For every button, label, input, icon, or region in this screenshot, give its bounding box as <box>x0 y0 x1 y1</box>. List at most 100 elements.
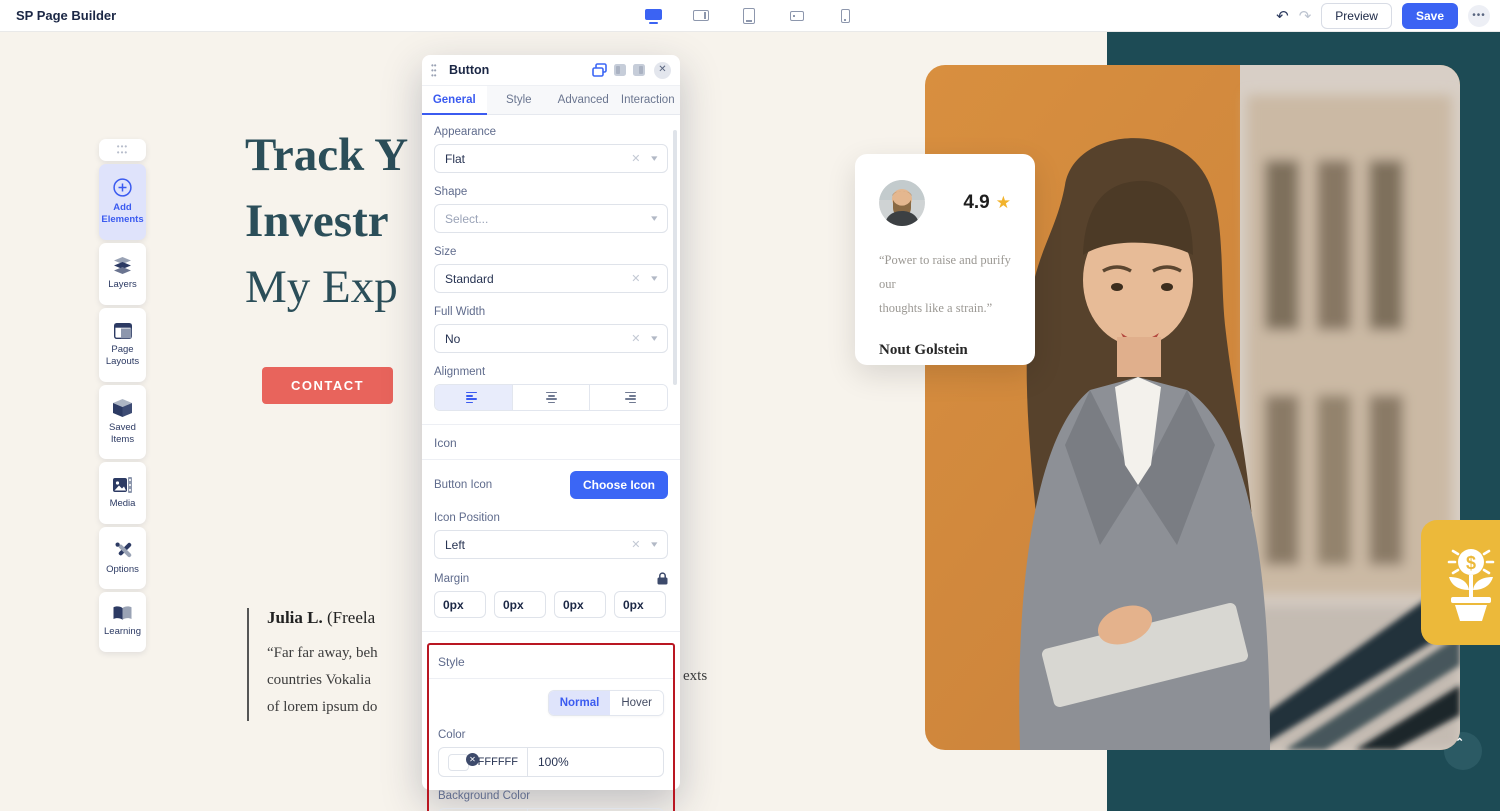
contact-button[interactable]: CONTACT <box>262 367 393 404</box>
toolbar-drag-handle[interactable]: •••••• <box>99 139 146 161</box>
drag-dots-icon: •••••• <box>117 144 128 156</box>
heading-line1: Track Y <box>245 122 408 188</box>
device-switcher <box>644 0 856 32</box>
choose-icon-button[interactable]: Choose Icon <box>570 471 668 499</box>
sidebar-item-label: Media <box>110 498 136 510</box>
rating-value: 4.9 <box>963 192 989 214</box>
star-icon: ★ <box>996 193 1011 213</box>
builder-toolbar: •••••• Add Elements Layers Page Layouts <box>99 139 146 652</box>
more-options-button[interactable]: ••• <box>1468 5 1490 27</box>
tab-style[interactable]: Style <box>487 86 552 114</box>
phone-landscape-device-icon[interactable] <box>788 8 808 24</box>
margin-field: Margin <box>434 572 668 618</box>
sidebar-item-saved-items[interactable]: Saved Items <box>99 385 146 459</box>
state-hover-button[interactable]: Hover <box>610 691 663 715</box>
app-title: SP Page Builder <box>16 8 116 23</box>
align-right-button[interactable] <box>589 385 667 410</box>
sidebar-item-label: Learning <box>104 626 141 638</box>
tab-general[interactable]: General <box>422 86 487 114</box>
section-divider <box>422 459 680 460</box>
margin-left-input[interactable] <box>614 591 666 618</box>
tab-advanced[interactable]: Advanced <box>551 86 616 114</box>
icon-section-title: Icon <box>434 436 668 450</box>
margin-bottom-input[interactable] <box>554 591 606 618</box>
laptop-screen <box>693 10 709 21</box>
appearance-field: Appearance Flat ✕ ▾ <box>434 126 668 173</box>
icon-position-field: Icon Position Left ✕ ▾ <box>434 512 668 559</box>
preview-button[interactable]: Preview <box>1321 3 1392 29</box>
quote-author-name: Julia L. <box>267 608 323 627</box>
align-left-button[interactable] <box>435 385 512 410</box>
panel-header-icons: ✕ <box>592 62 671 79</box>
icon-position-label: Icon Position <box>434 512 668 524</box>
size-value: Standard <box>445 272 631 286</box>
state-toggle-row: Normal Hover <box>438 690 664 716</box>
clear-icon[interactable]: ✕ <box>631 272 640 285</box>
learning-book-icon <box>113 606 132 621</box>
alignment-label: Alignment <box>434 366 668 378</box>
duplicate-panel-icon[interactable] <box>592 63 607 78</box>
tab-interaction[interactable]: Interaction <box>616 86 681 114</box>
color-field: Color ✕ FFFFFF 100% <box>438 729 664 777</box>
testimonial-author: Nout Golstein <box>879 342 1011 359</box>
margin-right-input[interactable] <box>494 591 546 618</box>
state-toggle: Normal Hover <box>548 690 664 716</box>
background-color-field: Background Color ✕ FA5555 100% <box>438 790 664 811</box>
dock-left-icon[interactable] <box>614 64 626 76</box>
undo-icon[interactable]: ↶ <box>1276 9 1289 24</box>
heading-line3: My Exp <box>245 254 408 320</box>
state-normal-button[interactable]: Normal <box>549 691 611 715</box>
sidebar-item-learning[interactable]: Learning <box>99 592 146 652</box>
add-elements-icon <box>113 178 132 197</box>
panel-header: •••••• Button ✕ <box>422 55 680 85</box>
panel-scrollbar[interactable] <box>673 130 677 385</box>
sidebar-item-layers[interactable]: Layers <box>99 243 146 305</box>
save-button[interactable]: Save <box>1402 3 1458 29</box>
appearance-value: Flat <box>445 152 631 166</box>
sidebar-item-page-layouts[interactable]: Page Layouts <box>99 308 146 382</box>
sidebar-item-options[interactable]: Options <box>99 527 146 589</box>
icon-position-select[interactable]: Left ✕ ▾ <box>434 530 668 559</box>
appearance-select[interactable]: Flat ✕ ▾ <box>434 144 668 173</box>
margin-top-input[interactable] <box>434 591 486 618</box>
panel-title: Button <box>449 63 592 77</box>
sidebar-item-media[interactable]: Media <box>99 462 146 524</box>
tablet-device-icon[interactable] <box>740 8 760 24</box>
full-width-select[interactable]: No ✕ ▾ <box>434 324 668 353</box>
size-select[interactable]: Standard ✕ ▾ <box>434 264 668 293</box>
sidebar-item-add-elements[interactable]: Add Elements <box>99 164 146 240</box>
clear-icon[interactable]: ✕ <box>631 538 640 551</box>
chevron-down-icon: ▾ <box>652 333 658 344</box>
full-width-label: Full Width <box>434 306 668 318</box>
options-tools-icon <box>114 541 132 559</box>
chevron-down-icon: ▾ <box>652 153 658 164</box>
color-opacity-input[interactable]: 100% <box>527 748 663 776</box>
shape-label: Shape <box>434 186 668 198</box>
saved-items-icon <box>113 399 132 417</box>
clear-icon[interactable]: ✕ <box>631 152 640 165</box>
panel-drag-handle-icon[interactable]: •••••• <box>431 63 441 78</box>
redo-icon[interactable]: ↷ <box>1299 9 1312 24</box>
panel-tabs: General Style Advanced Interaction <box>422 85 680 115</box>
shape-select[interactable]: Select... ▾ <box>434 204 668 233</box>
lock-icon[interactable] <box>657 572 668 585</box>
tablet-home-bar <box>746 20 752 22</box>
close-icon[interactable]: ✕ <box>654 62 671 79</box>
align-center-button[interactable] <box>512 385 590 410</box>
section-divider <box>429 678 673 679</box>
dock-right-icon[interactable] <box>633 64 645 76</box>
laptop-device-icon[interactable] <box>692 8 712 24</box>
chevron-up-icon[interactable]: ⌃ <box>1455 736 1464 749</box>
clear-color-icon[interactable]: ✕ <box>466 753 479 766</box>
phone-portrait-device-icon[interactable] <box>836 8 856 24</box>
layers-icon <box>113 257 132 274</box>
sidebar-item-label: Options <box>106 564 139 576</box>
desktop-device-icon[interactable] <box>644 8 664 24</box>
style-section-highlight: Style Normal Hover Color ✕ FFFFFF 100% <box>427 643 675 811</box>
rating: 4.9 ★ <box>963 192 1011 214</box>
sidebar-item-label: Page Layouts <box>101 344 144 368</box>
size-field: Size Standard ✕ ▾ <box>434 246 668 293</box>
money-growth-card: $ <box>1421 520 1500 645</box>
testimonial-card: 4.9 ★ “Power to raise and purify our tho… <box>855 154 1035 365</box>
clear-icon[interactable]: ✕ <box>631 332 640 345</box>
